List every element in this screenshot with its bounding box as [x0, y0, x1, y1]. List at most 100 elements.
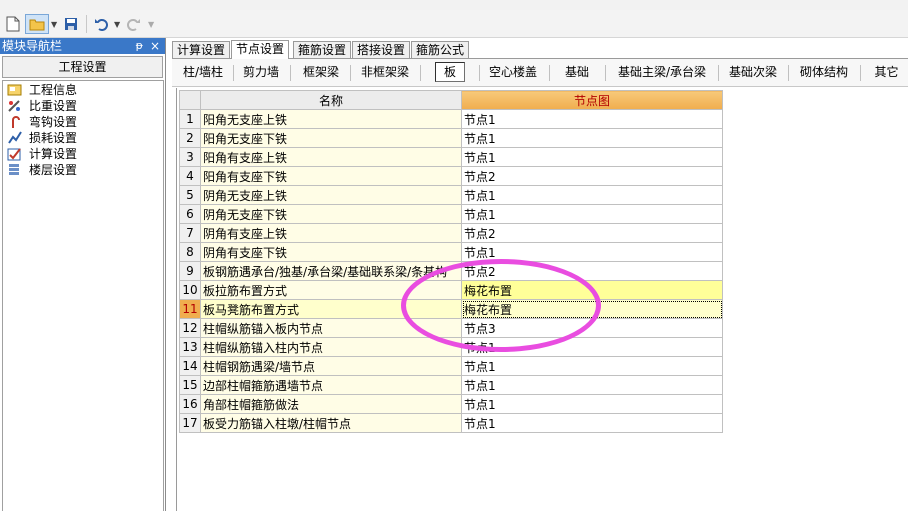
- table-row[interactable]: 1 阳角无支座上铁 节点1: [179, 109, 723, 129]
- row-name-cell[interactable]: 柱帽钢筋遇梁/墙节点: [200, 356, 462, 376]
- row-name-cell[interactable]: 阴角无支座上铁: [200, 185, 462, 205]
- table-row[interactable]: 6 阴角无支座下铁 节点1: [179, 204, 723, 224]
- row-node-cell[interactable]: 节点2: [461, 166, 723, 186]
- row-number[interactable]: 7: [179, 223, 201, 243]
- row-name-cell[interactable]: 柱帽纵筋锚入柱内节点: [200, 337, 462, 357]
- table-row[interactable]: 13 柱帽纵筋锚入柱内节点 节点1: [179, 337, 723, 357]
- row-node-cell[interactable]: 节点3: [461, 318, 723, 338]
- row-name-cell[interactable]: 板拉筋布置方式: [200, 280, 462, 300]
- subtab-other[interactable]: 其它: [869, 59, 904, 86]
- row-name-cell[interactable]: 阴角有支座上铁: [200, 223, 462, 243]
- row-number[interactable]: 13: [179, 337, 201, 357]
- row-number[interactable]: 6: [179, 204, 201, 224]
- row-name-cell[interactable]: 板受力筋锚入柱墩/柱帽节点: [200, 413, 462, 433]
- row-node-cell[interactable]: 节点2: [461, 223, 723, 243]
- row-number[interactable]: 12: [179, 318, 201, 338]
- row-node-cell[interactable]: 节点1: [461, 394, 723, 414]
- row-number[interactable]: 17: [179, 413, 201, 433]
- row-node-cell[interactable]: 梅花布置: [461, 280, 723, 300]
- column-header-name[interactable]: 名称: [200, 90, 462, 110]
- row-node-cell[interactable]: 节点1: [461, 185, 723, 205]
- table-row[interactable]: 11 板马凳筋布置方式 梅花布置: [179, 299, 723, 319]
- row-node-cell[interactable]: 节点1: [461, 337, 723, 357]
- subtab-masonry[interactable]: 砌体结构: [794, 59, 854, 86]
- tab-stirrup-formula[interactable]: 箍筋公式: [411, 41, 470, 59]
- redo-dropdown-icon[interactable]: ▼: [148, 20, 154, 29]
- tab-calc-settings[interactable]: 计算设置: [172, 41, 231, 59]
- row-number[interactable]: 11: [179, 299, 201, 319]
- pin-icon[interactable]: ᵽ: [136, 38, 143, 54]
- row-name-cell[interactable]: 板马凳筋布置方式: [200, 299, 462, 319]
- table-row[interactable]: 3 阳角有支座上铁 节点1: [179, 147, 723, 167]
- column-header-node[interactable]: 节点图: [461, 90, 723, 110]
- tab-stirrup-settings[interactable]: 箍筋设置: [293, 41, 352, 59]
- row-number[interactable]: 14: [179, 356, 201, 376]
- nav-item-floor-settings[interactable]: 楼层设置: [3, 162, 163, 178]
- row-number[interactable]: 9: [179, 261, 201, 281]
- row-node-cell[interactable]: 节点1: [461, 413, 723, 433]
- table-row[interactable]: 9 板钢筋遇承台/独基/承台梁/基础联系梁/条基构 节点2: [179, 261, 723, 281]
- subtab-frame-beam[interactable]: 框架梁: [294, 59, 348, 86]
- row-name-cell[interactable]: 阴角无支座下铁: [200, 204, 462, 224]
- row-node-cell[interactable]: 节点1: [461, 242, 723, 262]
- row-node-cell[interactable]: 节点1: [461, 204, 723, 224]
- subtab-foundation[interactable]: 基础: [557, 59, 597, 86]
- row-name-cell[interactable]: 阳角有支座上铁: [200, 147, 462, 167]
- table-row[interactable]: 12 柱帽纵筋锚入板内节点 节点3: [179, 318, 723, 338]
- row-node-cell[interactable]: 节点1: [461, 109, 723, 129]
- open-dropdown-icon[interactable]: ▼: [51, 20, 57, 29]
- table-row[interactable]: 5 阴角无支座上铁 节点1: [179, 185, 723, 205]
- subtab-column-wall-column[interactable]: 柱/墙柱: [176, 59, 230, 86]
- open-folder-icon[interactable]: [25, 14, 49, 34]
- table-row[interactable]: 14 柱帽钢筋遇梁/墙节点 节点1: [179, 356, 723, 376]
- row-number[interactable]: 4: [179, 166, 201, 186]
- save-icon[interactable]: [61, 14, 81, 34]
- row-name-cell[interactable]: 边部柱帽箍筋遇墙节点: [200, 375, 462, 395]
- table-row[interactable]: 7 阴角有支座上铁 节点2: [179, 223, 723, 243]
- row-name-cell[interactable]: 阳角有支座下铁: [200, 166, 462, 186]
- table-row[interactable]: 4 阳角有支座下铁 节点2: [179, 166, 723, 186]
- row-number[interactable]: 10: [179, 280, 201, 300]
- table-row[interactable]: 10 板拉筋布置方式 梅花布置: [179, 280, 723, 300]
- tab-lap-settings[interactable]: 搭接设置: [352, 41, 411, 59]
- row-name-cell[interactable]: 阳角无支座上铁: [200, 109, 462, 129]
- table-row[interactable]: 2 阳角无支座下铁 节点1: [179, 128, 723, 148]
- subtab-foundation-secondary-beam[interactable]: 基础次梁: [724, 59, 782, 86]
- nav-item-loss-settings[interactable]: 损耗设置: [3, 130, 163, 146]
- subtab-shear-wall[interactable]: 剪力墙: [236, 59, 286, 86]
- row-node-cell[interactable]: 节点1: [461, 356, 723, 376]
- row-node-cell[interactable]: 节点2: [461, 261, 723, 281]
- tab-node-settings[interactable]: 节点设置: [231, 40, 290, 59]
- row-number[interactable]: 15: [179, 375, 201, 395]
- subtab-non-frame-beam[interactable]: 非框架梁: [353, 59, 417, 86]
- nav-item-project-info[interactable]: 工程信息: [3, 82, 163, 98]
- nav-item-weight-settings[interactable]: 比重设置: [3, 98, 163, 114]
- close-icon[interactable]: ×: [150, 38, 160, 54]
- row-number[interactable]: 2: [179, 128, 201, 148]
- table-row[interactable]: 16 角部柱帽箍筋做法 节点1: [179, 394, 723, 414]
- row-number[interactable]: 1: [179, 109, 201, 129]
- row-name-cell[interactable]: 板钢筋遇承台/独基/承台梁/基础联系梁/条基构: [200, 261, 462, 281]
- row-number[interactable]: 16: [179, 394, 201, 414]
- table-row[interactable]: 17 板受力筋锚入柱墩/柱帽节点 节点1: [179, 413, 723, 433]
- table-row[interactable]: 15 边部柱帽箍筋遇墙节点 节点1: [179, 375, 723, 395]
- nav-item-calc-settings[interactable]: 计算设置: [3, 146, 163, 162]
- nav-item-hook-settings[interactable]: 弯钩设置: [3, 114, 163, 130]
- row-number[interactable]: 3: [179, 147, 201, 167]
- row-name-cell[interactable]: 阴角有支座下铁: [200, 242, 462, 262]
- row-node-cell[interactable]: 节点1: [461, 375, 723, 395]
- row-name-cell[interactable]: 柱帽纵筋锚入板内节点: [200, 318, 462, 338]
- undo-icon[interactable]: [91, 14, 111, 34]
- subtab-hollow-floor[interactable]: 空心楼盖: [483, 59, 543, 86]
- subtab-foundation-main-beam[interactable]: 基础主梁/承台梁: [612, 59, 712, 86]
- undo-dropdown-icon[interactable]: ▼: [114, 20, 120, 29]
- row-number[interactable]: 5: [179, 185, 201, 205]
- row-name-cell[interactable]: 角部柱帽箍筋做法: [200, 394, 462, 414]
- row-node-cell[interactable]: 梅花布置: [461, 299, 723, 319]
- table-row[interactable]: 8 阴角有支座下铁 节点1: [179, 242, 723, 262]
- redo-icon[interactable]: [124, 14, 144, 34]
- subtab-slab[interactable]: 板: [425, 59, 475, 86]
- nav-section-header[interactable]: 工程设置: [2, 56, 163, 78]
- row-node-cell[interactable]: 节点1: [461, 128, 723, 148]
- row-node-cell[interactable]: 节点1: [461, 147, 723, 167]
